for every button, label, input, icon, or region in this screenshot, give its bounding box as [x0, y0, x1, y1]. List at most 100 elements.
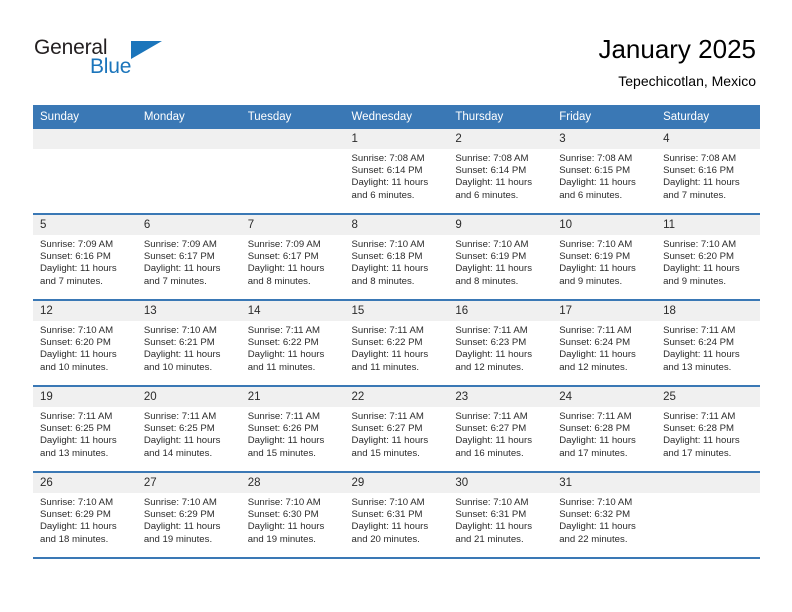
sunrise-text: Sunrise: 7:10 AM [247, 497, 321, 508]
calendar-day-cell[interactable]: 8 Sunrise: 7:10 AM Sunset: 6:18 PM Daylight… [344, 214, 449, 301]
sunset-text: Sunset: 6:14 PM [351, 165, 423, 177]
calendar-day-cell[interactable]: 1 Sunrise: 7:08 AM Sunset: 6:14 PM Daylight… [344, 129, 449, 215]
calendar-day-cell[interactable]: 23 Sunrise: 7:11 AM Sunset: 6:27 PM Dayligh… [448, 386, 553, 473]
day-details: Sunrise: 7:09 AM Sunset: 6:17 PM Daylight:… [137, 235, 241, 288]
daylight-text: and 18 minutes. [40, 533, 109, 545]
calendar-day-cell[interactable]: 6 Sunrise: 7:09 AM Sunset: 6:17 PM Daylight… [136, 214, 241, 301]
daylight-text: Daylight: 11 hours [559, 349, 636, 361]
calendar-day-cell[interactable]: 31 Sunrise: 7:10 AM Sunset: 6:32 PM Dayligh… [552, 472, 657, 559]
sunrise-text: Sunrise: 7:10 AM [559, 497, 633, 508]
daylight-text: and 6 minutes. [559, 189, 623, 201]
day-details: Sunrise: 7:08 AM Sunset: 6:14 PM Daylight:… [345, 149, 449, 202]
day-number: 2 [448, 129, 553, 149]
daylight-text: Daylight: 11 hours [247, 263, 325, 275]
daylight-text: Daylight: 11 hours [663, 263, 740, 275]
sunrise-text: Sunrise: 7:11 AM [351, 411, 424, 422]
sunset-text: Sunset: 6:17 PM [143, 251, 215, 263]
calendar-day-cell[interactable]: 18 Sunrise: 7:11 AM Sunset: 6:24 PM Dayligh… [656, 300, 760, 387]
day-number: 24 [552, 387, 657, 407]
day-number: 12 [33, 301, 137, 321]
calendar-day-cell-empty [33, 129, 137, 215]
sunrise-text: Sunrise: 7:10 AM [143, 497, 217, 508]
sunrise-text: Sunrise: 7:10 AM [455, 239, 529, 250]
calendar-day-cell[interactable]: 5 Sunrise: 7:09 AM Sunset: 6:16 PM Daylight… [33, 214, 137, 301]
sunrise-text: Sunrise: 7:10 AM [143, 325, 217, 336]
sunset-text: Sunset: 6:27 PM [455, 423, 527, 435]
day-details: Sunrise: 7:11 AM Sunset: 6:27 PM Daylight:… [345, 407, 449, 460]
page-header: General Blue January 2025 Tepechicotlan,… [0, 0, 792, 104]
calendar-day-cell[interactable]: 17 Sunrise: 7:11 AM Sunset: 6:24 PM Dayligh… [552, 300, 657, 387]
calendar-day-cell[interactable]: 15 Sunrise: 7:11 AM Sunset: 6:22 PM Dayligh… [344, 300, 449, 387]
calendar-day-cell[interactable]: 7 Sunrise: 7:09 AM Sunset: 6:17 PM Daylight… [240, 214, 345, 301]
daylight-text: Daylight: 11 hours [663, 349, 740, 361]
daylight-text: and 8 minutes. [351, 275, 415, 287]
day-number: 25 [656, 387, 760, 407]
calendar-day-cell[interactable]: 9 Sunrise: 7:10 AM Sunset: 6:19 PM Daylight… [448, 214, 553, 301]
day-details: Sunrise: 7:10 AM Sunset: 6:29 PM Daylight:… [137, 493, 241, 546]
day-number: 13 [136, 301, 241, 321]
day-details [656, 493, 760, 497]
calendar-day-cell[interactable]: 28 Sunrise: 7:10 AM Sunset: 6:30 PM Dayligh… [240, 472, 345, 559]
daylight-text: and 17 minutes. [663, 447, 732, 459]
calendar-day-cell[interactable]: 4 Sunrise: 7:08 AM Sunset: 6:16 PM Daylight… [656, 129, 760, 215]
calendar-day-cell[interactable]: 24 Sunrise: 7:11 AM Sunset: 6:28 PM Dayligh… [552, 386, 657, 473]
sunset-text: Sunset: 6:26 PM [247, 423, 319, 435]
day-number: 26 [33, 473, 137, 493]
daylight-text: and 8 minutes. [247, 275, 311, 287]
calendar-day-cell[interactable]: 16 Sunrise: 7:11 AM Sunset: 6:23 PM Dayligh… [448, 300, 553, 387]
calendar-day-cell[interactable]: 22 Sunrise: 7:11 AM Sunset: 6:27 PM Dayligh… [344, 386, 449, 473]
day-details: Sunrise: 7:10 AM Sunset: 6:21 PM Daylight:… [137, 321, 241, 374]
calendar-day-cell[interactable]: 12 Sunrise: 7:10 AM Sunset: 6:20 PM Dayligh… [33, 300, 137, 387]
calendar-day-cell[interactable]: 10 Sunrise: 7:10 AM Sunset: 6:19 PM Dayligh… [552, 214, 657, 301]
daylight-text: Daylight: 11 hours [40, 435, 117, 447]
calendar-day-cell[interactable]: 25 Sunrise: 7:11 AM Sunset: 6:28 PM Dayligh… [656, 386, 760, 473]
sunrise-text: Sunrise: 7:11 AM [455, 411, 528, 422]
calendar-day-cell[interactable]: 3 Sunrise: 7:08 AM Sunset: 6:15 PM Daylight… [552, 129, 657, 215]
day-details: Sunrise: 7:11 AM Sunset: 6:22 PM Daylight:… [345, 321, 449, 374]
day-details: Sunrise: 7:11 AM Sunset: 6:28 PM Daylight:… [656, 407, 760, 460]
sunrise-text: Sunrise: 7:10 AM [351, 239, 425, 250]
daylight-text: and 21 minutes. [455, 533, 524, 545]
daylight-text: and 16 minutes. [455, 447, 524, 459]
day-number [656, 473, 760, 493]
calendar-day-cell-empty [240, 129, 345, 215]
day-details: Sunrise: 7:10 AM Sunset: 6:31 PM Daylight:… [448, 493, 552, 546]
calendar-day-cell[interactable]: 11 Sunrise: 7:10 AM Sunset: 6:20 PM Dayligh… [656, 214, 760, 301]
day-number: 19 [33, 387, 137, 407]
sunrise-text: Sunrise: 7:10 AM [663, 239, 737, 250]
sunset-text: Sunset: 6:31 PM [455, 509, 527, 521]
sunset-text: Sunset: 6:27 PM [351, 423, 423, 435]
general-blue-logo[interactable]: General Blue [34, 36, 184, 88]
day-details: Sunrise: 7:09 AM Sunset: 6:16 PM Daylight:… [33, 235, 137, 288]
day-details [241, 149, 345, 153]
day-number: 5 [33, 215, 137, 235]
calendar-day-cell[interactable]: 21 Sunrise: 7:11 AM Sunset: 6:26 PM Dayligh… [240, 386, 345, 473]
day-number: 6 [136, 215, 241, 235]
weekday-header-thursday: Thursday [448, 105, 553, 129]
calendar-day-cell[interactable]: 2 Sunrise: 7:08 AM Sunset: 6:14 PM Daylight… [448, 129, 553, 215]
sunset-text: Sunset: 6:22 PM [247, 337, 319, 349]
sunrise-text: Sunrise: 7:11 AM [247, 411, 321, 422]
daylight-text: and 15 minutes. [247, 447, 316, 459]
sunrise-text: Sunrise: 7:09 AM [143, 239, 217, 250]
daylight-text: and 13 minutes. [40, 447, 109, 459]
sunset-text: Sunset: 6:32 PM [559, 509, 631, 521]
calendar-day-cell[interactable]: 19 Sunrise: 7:11 AM Sunset: 6:25 PM Dayligh… [33, 386, 137, 473]
sunrise-text: Sunrise: 7:08 AM [559, 153, 633, 164]
calendar-day-cell[interactable]: 26 Sunrise: 7:10 AM Sunset: 6:29 PM Dayligh… [33, 472, 137, 559]
daylight-text: Daylight: 11 hours [455, 263, 532, 275]
sunrise-text: Sunrise: 7:10 AM [559, 239, 633, 250]
page-subtitle: Tepechicotlan, Mexico [618, 73, 756, 89]
calendar-day-cell[interactable]: 14 Sunrise: 7:11 AM Sunset: 6:22 PM Dayligh… [240, 300, 345, 387]
calendar-day-cell[interactable]: 20 Sunrise: 7:11 AM Sunset: 6:25 PM Dayligh… [136, 386, 241, 473]
day-number: 15 [344, 301, 449, 321]
calendar-day-cell[interactable]: 30 Sunrise: 7:10 AM Sunset: 6:31 PM Dayligh… [448, 472, 553, 559]
daylight-text: Daylight: 11 hours [455, 349, 532, 361]
calendar-day-cell[interactable]: 27 Sunrise: 7:10 AM Sunset: 6:29 PM Dayligh… [136, 472, 241, 559]
page-title: January 2025 [598, 34, 756, 64]
calendar-day-cell[interactable]: 29 Sunrise: 7:10 AM Sunset: 6:31 PM Dayligh… [344, 472, 449, 559]
daylight-text: Daylight: 11 hours [143, 263, 221, 275]
day-number: 8 [344, 215, 449, 235]
sunset-text: Sunset: 6:20 PM [40, 337, 111, 349]
calendar-day-cell[interactable]: 13 Sunrise: 7:10 AM Sunset: 6:21 PM Dayligh… [136, 300, 241, 387]
